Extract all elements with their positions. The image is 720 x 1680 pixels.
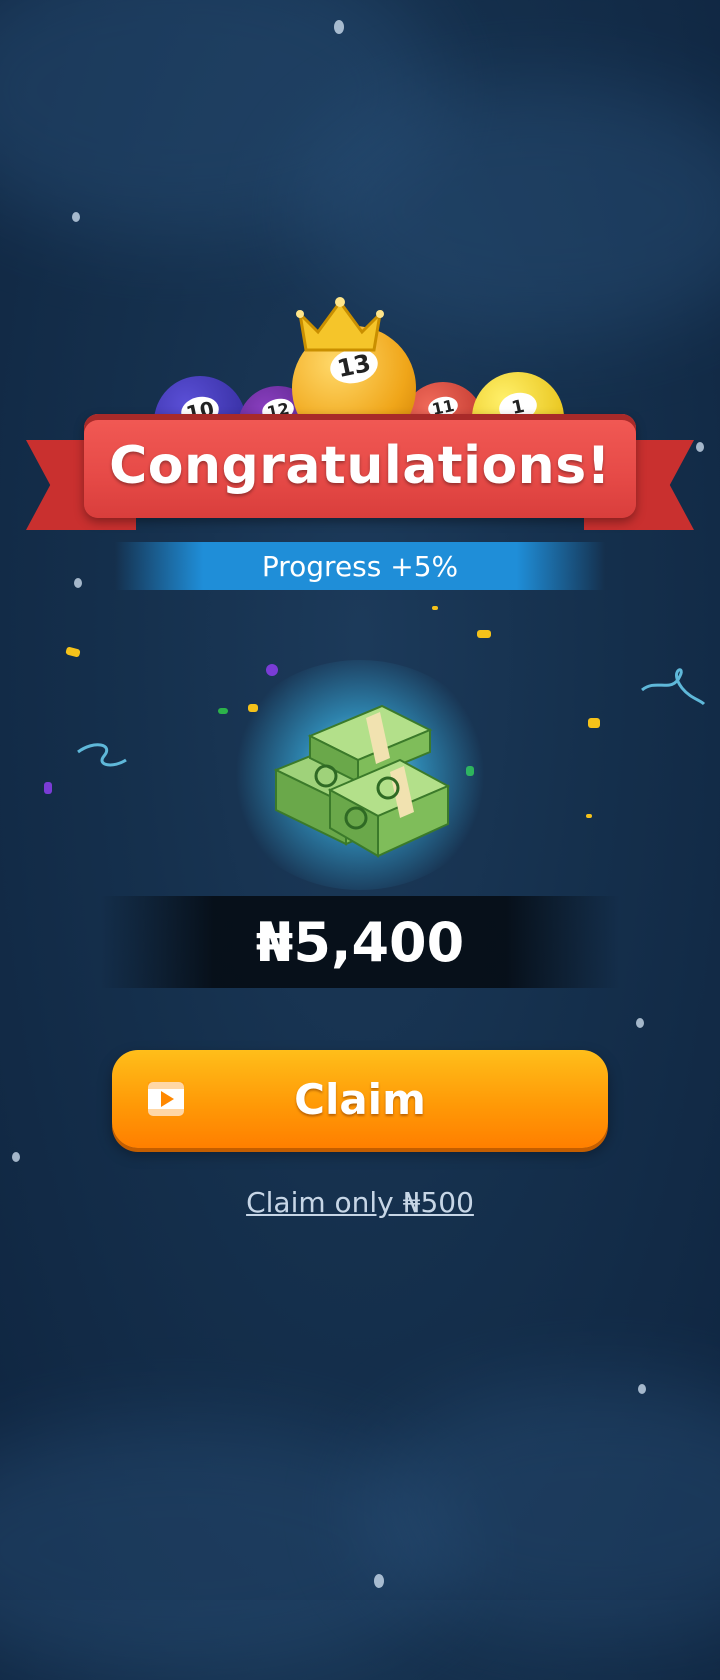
banner-title: Congratulations!	[109, 436, 611, 496]
sparkle	[696, 442, 704, 452]
confetti	[218, 708, 228, 714]
sparkle	[374, 1574, 384, 1588]
billiard-balls: 10 12 11 1 13	[150, 290, 570, 468]
confetti	[266, 664, 278, 676]
reward-amount: ₦5,400	[255, 910, 465, 974]
progress-banner: Progress +5%	[115, 542, 605, 590]
claim-only-link[interactable]: Claim only ₦500	[0, 1186, 720, 1219]
claim-button-label: Claim	[294, 1074, 426, 1124]
confetti	[477, 630, 491, 638]
confetti	[586, 814, 592, 818]
reward-amount-band: ₦5,400	[100, 896, 620, 988]
sparkle	[12, 1152, 20, 1162]
sparkle	[334, 20, 344, 34]
progress-label: Progress +5%	[261, 549, 459, 583]
streamer-icon	[641, 668, 706, 706]
confetti	[44, 782, 52, 794]
sparkle	[636, 1018, 644, 1028]
video-icon	[148, 1082, 184, 1116]
confetti	[588, 718, 600, 728]
cash-stack-icon	[273, 704, 450, 858]
confetti	[65, 646, 81, 658]
confetti	[432, 606, 438, 610]
sparkle	[74, 578, 82, 588]
sparkle	[72, 212, 80, 222]
sparkle	[638, 1384, 646, 1394]
congratulations-banner: Congratulations!	[84, 414, 636, 518]
crown-icon	[296, 297, 384, 352]
streamer-icon	[77, 743, 127, 767]
claim-button[interactable]: Claim	[112, 1050, 608, 1148]
